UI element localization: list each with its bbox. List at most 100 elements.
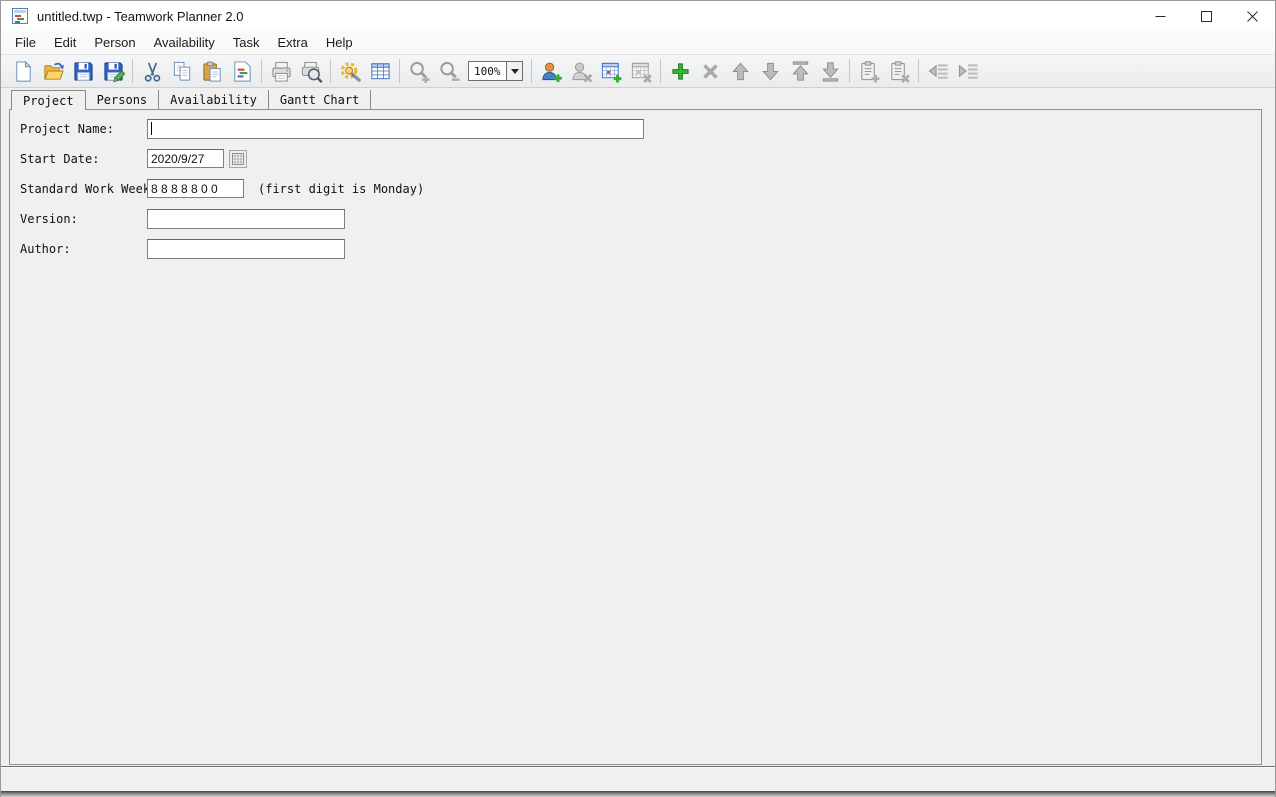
menu-person[interactable]: Person: [85, 33, 144, 52]
version-label: Version:: [20, 212, 78, 226]
window-bottom-shadow: [1, 791, 1275, 797]
app-icon: [12, 8, 28, 24]
text-caret: [151, 122, 152, 135]
arrow-up-icon: [729, 60, 752, 83]
calendar-picker-button[interactable]: [229, 150, 247, 168]
toolbar-separator: [399, 59, 400, 83]
print-preview-button[interactable]: [296, 57, 326, 85]
project-name-input[interactable]: [147, 119, 644, 139]
toolbar-separator: [330, 59, 331, 83]
close-button[interactable]: [1229, 1, 1275, 31]
clipboard-add-button[interactable]: [854, 57, 884, 85]
close-icon: [1247, 11, 1258, 22]
table-view-button[interactable]: [365, 57, 395, 85]
toolbar-separator: [660, 59, 661, 83]
move-to-bottom-button[interactable]: [815, 57, 845, 85]
tab-availability[interactable]: Availability: [159, 90, 269, 109]
delete-item-button[interactable]: [695, 57, 725, 85]
tab-project[interactable]: Project: [11, 90, 86, 110]
toolbar: 100%: [1, 54, 1275, 88]
remove-availability-button[interactable]: [626, 57, 656, 85]
print-button[interactable]: [266, 57, 296, 85]
zoom-level-select[interactable]: 100%: [468, 61, 523, 81]
clipboard-add-icon: [858, 60, 881, 83]
clipboard-remove-icon: [888, 60, 911, 83]
save-floppy-icon: [72, 60, 95, 83]
toolbar-separator: [849, 59, 850, 83]
plus-icon: [669, 60, 692, 83]
copy-pages-icon: [171, 60, 194, 83]
scissors-icon: [141, 60, 164, 83]
cut-button[interactable]: [137, 57, 167, 85]
report-page-icon: [231, 60, 254, 83]
window-title: untitled.twp - Teamwork Planner 2.0: [37, 9, 243, 24]
project-tab-panel: Project Name: Start Date: Standard Work …: [9, 109, 1262, 765]
start-date-input[interactable]: [147, 149, 224, 168]
save-file-button[interactable]: [68, 57, 98, 85]
toolbar-separator: [132, 59, 133, 83]
person-add-icon: [540, 60, 563, 83]
clipboard-remove-button[interactable]: [884, 57, 914, 85]
maximize-icon: [1201, 11, 1212, 22]
calendar-grid-icon: [232, 153, 244, 165]
author-input[interactable]: [147, 239, 345, 259]
save-file-as-button[interactable]: [98, 57, 128, 85]
outdent-button[interactable]: [923, 57, 953, 85]
calendar-remove-icon: [630, 60, 653, 83]
start-date-label: Start Date:: [20, 152, 99, 166]
work-week-input[interactable]: [147, 179, 244, 198]
add-person-button[interactable]: [536, 57, 566, 85]
zoom-out-button[interactable]: [434, 57, 464, 85]
version-input[interactable]: [147, 209, 345, 229]
menu-file[interactable]: File: [6, 33, 45, 52]
zoom-out-icon: [438, 60, 461, 83]
tab-gantt-chart[interactable]: Gantt Chart: [269, 90, 371, 109]
new-file-icon: [12, 60, 35, 83]
move-up-button[interactable]: [725, 57, 755, 85]
paste-button[interactable]: [197, 57, 227, 85]
settings-button[interactable]: [335, 57, 365, 85]
title-bar[interactable]: untitled.twp - Teamwork Planner 2.0: [1, 1, 1275, 31]
app-window: untitled.twp - Teamwork Planner 2.0 File…: [0, 0, 1276, 797]
maximize-button[interactable]: [1183, 1, 1229, 31]
menu-extra[interactable]: Extra: [268, 33, 316, 52]
zoom-in-button[interactable]: [404, 57, 434, 85]
zoom-in-icon: [408, 60, 431, 83]
minimize-icon: [1155, 11, 1166, 22]
open-file-button[interactable]: [38, 57, 68, 85]
table-grid-icon: [369, 60, 392, 83]
arrow-down-icon: [759, 60, 782, 83]
move-to-top-button[interactable]: [785, 57, 815, 85]
calendar-add-icon: [600, 60, 623, 83]
open-folder-icon: [42, 60, 65, 83]
outdent-icon: [927, 60, 950, 83]
export-report-button[interactable]: [227, 57, 257, 85]
toolbar-separator: [918, 59, 919, 83]
menu-help[interactable]: Help: [317, 33, 362, 52]
chevron-down-icon: [511, 69, 519, 74]
window-controls: [1137, 1, 1275, 31]
tab-persons[interactable]: Persons: [86, 90, 160, 109]
copy-button[interactable]: [167, 57, 197, 85]
add-item-button[interactable]: [665, 57, 695, 85]
toolbar-separator: [531, 59, 532, 83]
dropdown-arrow[interactable]: [506, 62, 522, 80]
menu-availability[interactable]: Availability: [145, 33, 224, 52]
print-preview-icon: [300, 60, 323, 83]
add-availability-button[interactable]: [596, 57, 626, 85]
menu-task[interactable]: Task: [224, 33, 269, 52]
remove-person-button[interactable]: [566, 57, 596, 85]
arrow-to-top-icon: [789, 60, 812, 83]
project-name-label: Project Name:: [20, 122, 114, 136]
indent-button[interactable]: [953, 57, 983, 85]
arrow-to-bottom-icon: [819, 60, 842, 83]
person-remove-icon: [570, 60, 593, 83]
menu-edit[interactable]: Edit: [45, 33, 85, 52]
zoom-level-value: 100%: [469, 65, 506, 78]
minimize-button[interactable]: [1137, 1, 1183, 31]
printer-icon: [270, 60, 293, 83]
indent-icon: [957, 60, 980, 83]
new-file-button[interactable]: [8, 57, 38, 85]
work-week-note: (first digit is Monday): [258, 182, 424, 196]
move-down-button[interactable]: [755, 57, 785, 85]
